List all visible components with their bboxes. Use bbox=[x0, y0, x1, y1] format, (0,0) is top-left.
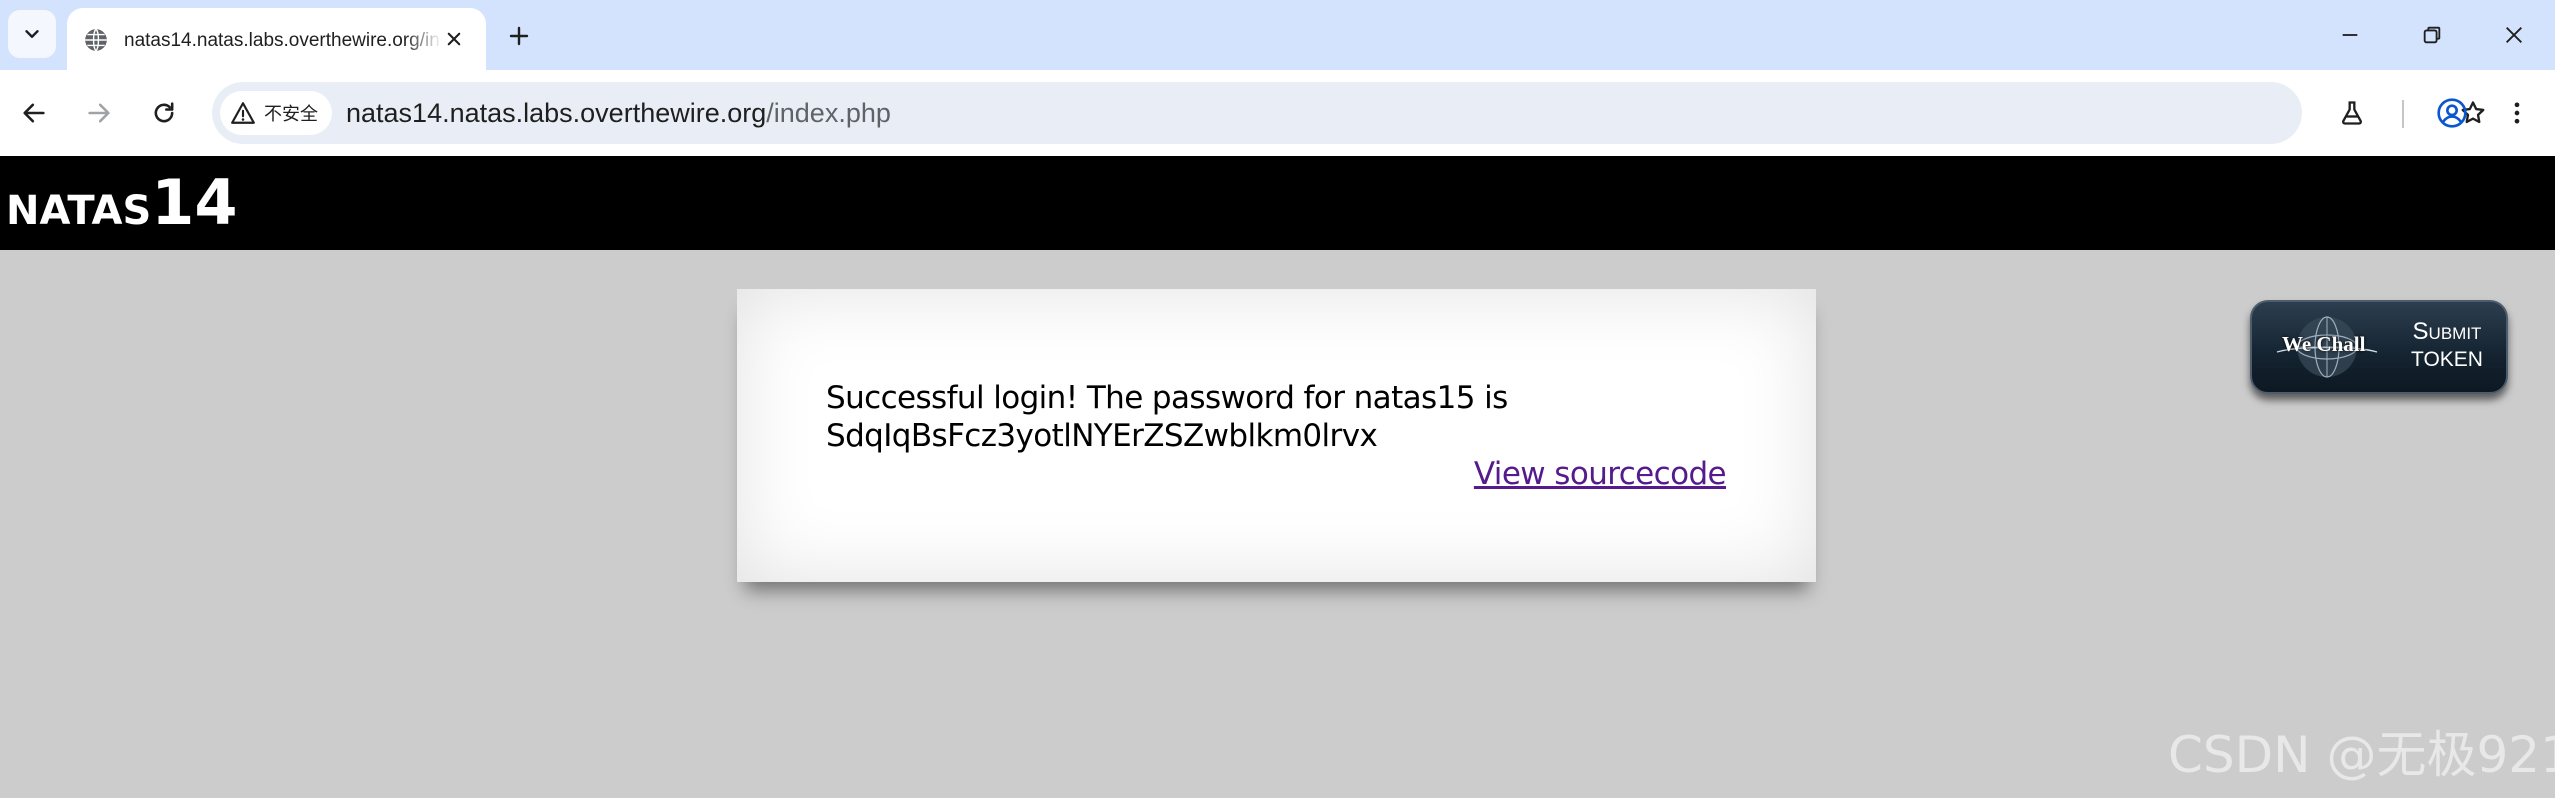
close-icon bbox=[2506, 27, 2522, 43]
site-title-prefix: NATAS bbox=[6, 188, 152, 234]
plus-icon bbox=[509, 26, 529, 46]
labs-button[interactable] bbox=[2329, 90, 2375, 136]
page-bottom-edge bbox=[0, 798, 2555, 802]
forward-button[interactable] bbox=[76, 90, 122, 136]
url-text[interactable]: natas14.natas.labs.overthewire.org/index… bbox=[346, 96, 891, 130]
account-circle-icon bbox=[2437, 98, 2467, 128]
reload-button[interactable] bbox=[141, 90, 187, 136]
more-vertical-icon bbox=[2514, 102, 2520, 124]
new-tab-button[interactable] bbox=[499, 16, 539, 56]
reload-icon bbox=[154, 102, 174, 123]
password-text[interactable]: SdqIqBsFcz3yotlNYErZSZwblkm0lrvx bbox=[826, 417, 1726, 455]
url-path: /index.php bbox=[766, 98, 891, 128]
message-line-1: Successful login! The password for natas… bbox=[826, 380, 1508, 416]
tab-search-button[interactable] bbox=[8, 10, 56, 58]
restore-icon bbox=[2423, 26, 2441, 44]
minimize-button[interactable] bbox=[2310, 0, 2390, 70]
globe-icon bbox=[85, 28, 107, 52]
minimize-icon bbox=[2342, 34, 2358, 36]
tab-close-button[interactable] bbox=[437, 22, 471, 56]
wechall-logo-text: We Chall bbox=[2282, 332, 2366, 356]
tab-title: natas14.natas.labs.overthewire.org/index… bbox=[124, 30, 442, 51]
arrow-left-icon bbox=[23, 103, 45, 123]
submit-label-line2: TOKEN bbox=[2411, 348, 2483, 371]
restore-button[interactable] bbox=[2392, 0, 2472, 70]
csdn-watermark: CSDN @无极921 bbox=[2168, 726, 2555, 784]
arrow-right-icon bbox=[88, 103, 110, 123]
view-source-link[interactable]: View sourcecode bbox=[1474, 455, 1727, 493]
chevron-down-icon bbox=[25, 30, 39, 38]
profile-button[interactable] bbox=[2429, 90, 2475, 136]
menu-button[interactable] bbox=[2494, 90, 2540, 136]
site-header: NATAS14 bbox=[0, 156, 2555, 250]
submit-token-label: Submit TOKEN bbox=[2392, 318, 2502, 374]
flask-icon bbox=[2342, 101, 2362, 125]
browser-toolbar: 不安全 natas14.natas.labs.overthewire.org/i… bbox=[0, 70, 2555, 156]
toolbar-divider bbox=[2402, 100, 2404, 128]
address-bar[interactable]: 不安全 natas14.natas.labs.overthewire.org/i… bbox=[212, 82, 2485, 144]
back-button[interactable] bbox=[11, 90, 57, 136]
url-host: natas14.natas.labs.overthewire.org bbox=[346, 98, 767, 128]
wechall-submit-token-button[interactable]: We Chall Submit TOKEN bbox=[2250, 300, 2508, 394]
active-tab[interactable]: natas14.natas.labs.overthewire.org/index… bbox=[67, 8, 486, 70]
security-label: 不安全 bbox=[264, 104, 318, 124]
close-icon bbox=[447, 32, 461, 46]
security-indicator[interactable]: 不安全 bbox=[220, 91, 332, 135]
submit-label-line1: Submit bbox=[2412, 318, 2482, 345]
warning-icon bbox=[231, 102, 255, 124]
site-title-number: 14 bbox=[151, 166, 238, 239]
site-title: NATAS14 bbox=[6, 160, 238, 246]
browser-tab-bar: natas14.natas.labs.overthewire.org/index… bbox=[0, 0, 2555, 70]
close-window-button[interactable] bbox=[2474, 0, 2554, 70]
content-panel: Successful login! The password for natas… bbox=[737, 289, 1816, 582]
login-result-message: Successful login! The password for natas… bbox=[826, 379, 1726, 455]
